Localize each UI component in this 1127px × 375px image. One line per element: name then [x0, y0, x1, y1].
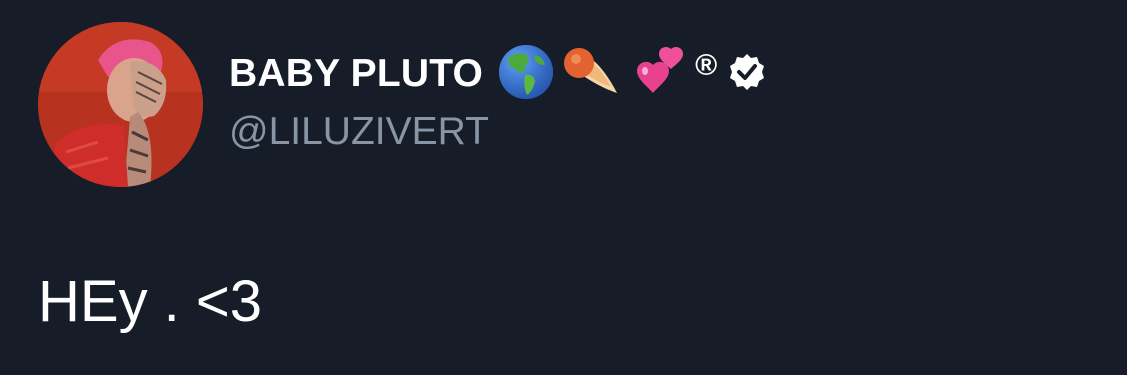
two-hearts-icon [633, 43, 691, 106]
name-row: BABY PLUTO ® [229, 38, 767, 110]
tweet-text: HEy . <3 [38, 269, 263, 334]
avatar[interactable] [38, 22, 203, 187]
globe-americas-icon [497, 43, 555, 106]
display-name[interactable]: BABY PLUTO [229, 52, 483, 96]
tweet-card: BABY PLUTO ® @LILUZIVERT HEy . <3 [0, 0, 1127, 375]
avatar-photo [38, 22, 203, 187]
registered-mark: ® [695, 49, 718, 82]
verified-badge-icon [727, 52, 767, 97]
user-handle[interactable]: @LILUZIVERT [229, 110, 767, 154]
comet-icon [559, 43, 623, 106]
tweet-header: BABY PLUTO ® @LILUZIVERT [229, 38, 767, 154]
